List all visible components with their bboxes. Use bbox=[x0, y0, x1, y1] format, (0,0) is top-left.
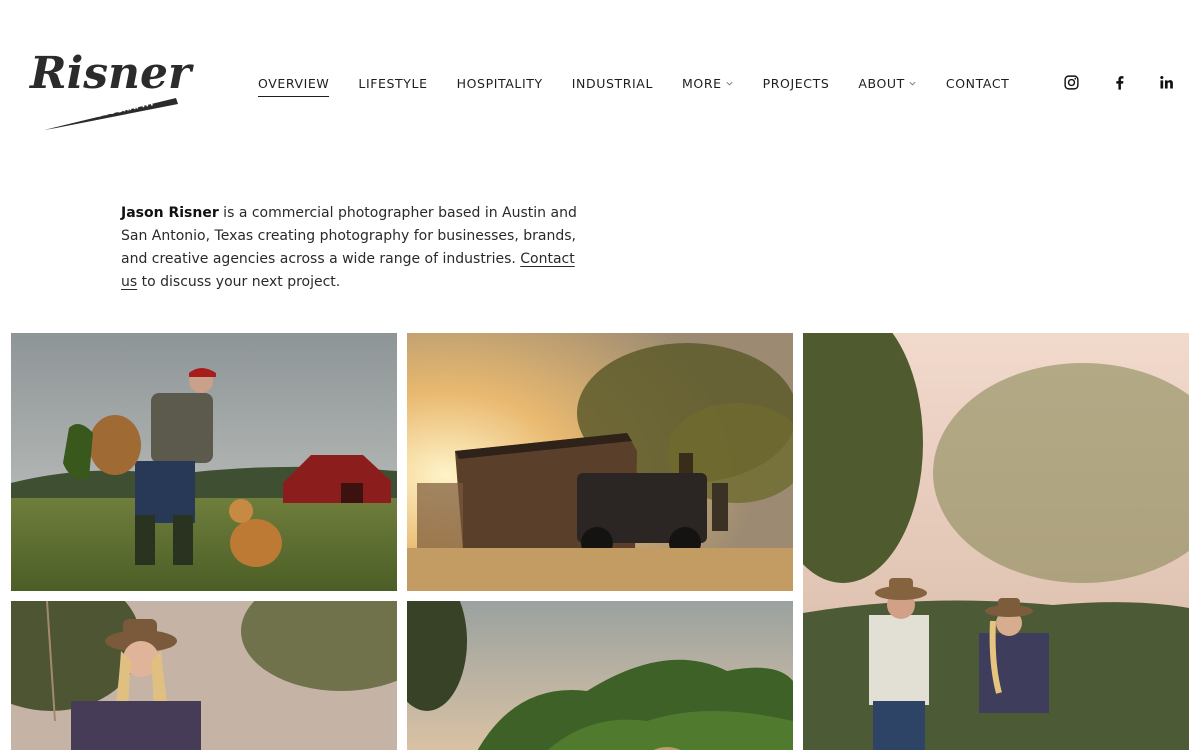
nav-projects[interactable]: PROJECTS bbox=[763, 76, 830, 91]
gallery-photo-couple-fishing[interactable] bbox=[803, 333, 1189, 750]
nav-about[interactable]: ABOUT bbox=[858, 76, 917, 91]
gallery-photo-landscape-trees[interactable] bbox=[407, 601, 793, 750]
gallery-photo-farmer-dog[interactable] bbox=[11, 333, 397, 591]
nav-lifestyle[interactable]: LIFESTYLE bbox=[358, 76, 427, 91]
instagram-icon[interactable] bbox=[1061, 72, 1081, 92]
nav-hospitality[interactable]: HOSPITALITY bbox=[457, 76, 543, 91]
nav-projects-label: PROJECTS bbox=[762, 75, 830, 91]
chevron-down-icon bbox=[908, 79, 917, 88]
logo-text: Risner bbox=[28, 48, 194, 99]
nav-more-label: MORE bbox=[682, 75, 722, 91]
nav-industrial[interactable]: INDUSTRIAL bbox=[572, 76, 653, 91]
intro-name: Jason Risner bbox=[121, 205, 219, 221]
risner-logo[interactable]: Risner PHOTOGRAPHY bbox=[26, 40, 194, 136]
gallery-photo-barn-utv[interactable] bbox=[407, 333, 793, 591]
nav-contact-label: CONTACT bbox=[945, 75, 1010, 91]
chevron-down-icon bbox=[725, 79, 734, 88]
nav-about-label: ABOUT bbox=[858, 75, 905, 91]
nav-lifestyle-label: LIFESTYLE bbox=[358, 75, 428, 91]
gallery-photo-woman-fishing[interactable] bbox=[11, 601, 397, 750]
nav-hospitality-label: HOSPITALITY bbox=[456, 75, 543, 91]
nav-overview-label: OVERVIEW bbox=[258, 75, 330, 91]
nav-industrial-label: INDUSTRIAL bbox=[571, 75, 654, 91]
intro-paragraph: Jason Risner is a commercial photographe… bbox=[121, 202, 591, 294]
nav-more[interactable]: MORE bbox=[682, 76, 734, 91]
facebook-icon[interactable] bbox=[1109, 72, 1129, 92]
main-nav: OVERVIEW LIFESTYLE HOSPITALITY INDUSTRIA… bbox=[258, 73, 1038, 97]
nav-contact[interactable]: CONTACT bbox=[946, 76, 1009, 91]
intro-text-2: to discuss your next project. bbox=[137, 274, 341, 290]
nav-overview[interactable]: OVERVIEW bbox=[258, 75, 330, 97]
linkedin-icon[interactable] bbox=[1156, 72, 1176, 92]
